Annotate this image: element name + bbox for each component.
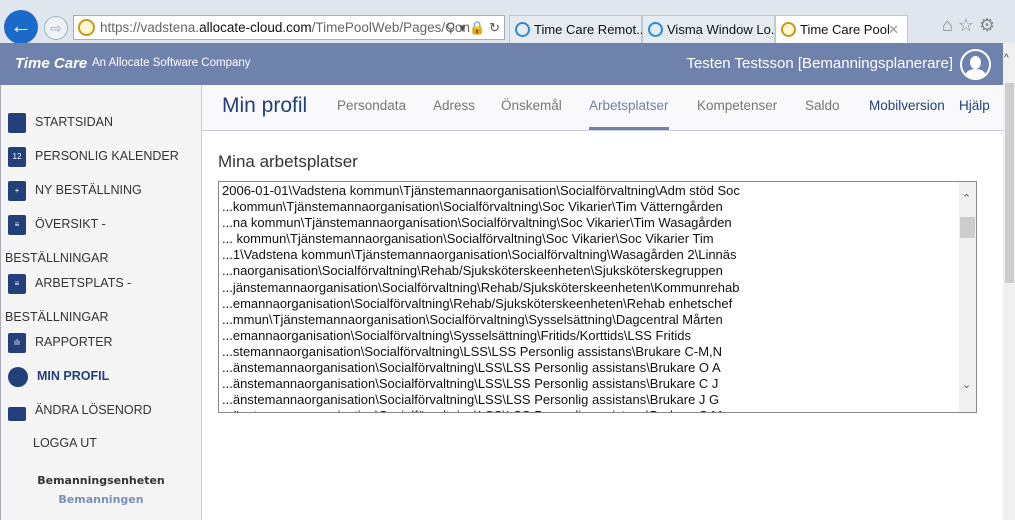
timecare-logo[interactable]: Time Care [15,55,87,72]
list-item[interactable]: ...naorganisation\Socialförvaltning\Reha… [222,263,740,279]
browser-tools[interactable]: ⌂☆⚙ [942,15,1000,36]
lock-icon [8,406,26,421]
sidebar-item-kalender[interactable]: 12 PERSONLIG KALENDER [8,139,198,173]
chevron-up-icon[interactable]: ⌃ [962,192,971,205]
sidebar-item-label: LOGGA UT [33,436,97,450]
sidebar-item-label: NY BESTÄLLNING [35,183,142,197]
scroll-thumb[interactable] [1005,83,1014,283]
tab-persondata[interactable]: Persondata [337,98,406,113]
tab-saldo[interactable]: Saldo [805,98,840,113]
sidebar-item-andra-losenord[interactable]: ÄNDRA LÖSENORD [8,393,198,427]
scroll-up-icon[interactable]: ^ [1004,53,1009,64]
report-icon: ılı [8,332,26,353]
page-scrollbar[interactable]: ^ [1003,43,1015,520]
list-item[interactable]: ...änstemannaorganisation\Socialförvaltn… [222,392,740,408]
list-item[interactable]: ...kommun\Tjänstemannaorganisation\Socia… [222,199,740,215]
list-item[interactable]: ...emannaorganisation\Socialförvaltning\… [222,328,740,344]
browser-tab-active[interactable]: Time Care Pool ✕ [775,15,908,43]
help-link[interactable]: Hjälp [959,98,990,113]
chevron-down-icon[interactable]: ⌄ [962,378,971,391]
tab-label: Time Care Remot... [534,22,647,37]
tab-label: Time Care Pool [800,22,890,37]
clock-icon [781,22,796,37]
home-icon [8,112,26,133]
list-item[interactable]: ...na kommun\Tjänstemannaorganisation\So… [222,215,740,231]
tab-adress[interactable]: Adress [433,98,475,113]
tab-arbetsplatser[interactable]: Arbetsplatser [589,98,669,130]
unit-name: Bemanningsenheten [37,474,165,487]
browser-tab[interactable]: Time Care Remot... [509,15,647,43]
page-title: Min profil [222,94,308,117]
tab-label: Visma Window Lo... [667,22,782,37]
list-item[interactable]: ...jänstemannaorganisation\Socialförvalt… [222,280,740,296]
workplaces-list: 2006-01-01\Vadstena kommun\Tjänstemannao… [222,183,740,412]
tab-onskemal[interactable]: Önskemål [501,98,562,113]
address-bar[interactable]: https://vadstena.allocate-cloud.com/Time… [73,15,505,40]
sidebar-item-label: ÄNDRA LÖSENORD [35,403,152,417]
subunit-name[interactable]: Bemanningen [0,493,202,506]
app-header: Time Care An Allocate Software Company T… [0,43,1003,85]
sidebar-item-label: MIN PROFIL [37,369,110,383]
forward-button[interactable]: ⇨ [44,16,68,40]
new-document-icon: + [8,180,26,201]
list-item[interactable]: ...änstemannaorganisation\Socialförvaltn… [222,376,740,392]
avatar-icon[interactable] [960,49,991,80]
back-button[interactable]: ← [4,10,38,44]
sidebar-item-logga-ut[interactable]: LOGGA UT [8,426,198,460]
settings-gear-icon[interactable]: ⚙ [979,15,1000,35]
sidebar-item-label: STARTSIDAN [35,115,114,129]
browser-chrome: ← ⇨ https://vadstena.allocate-cloud.com/… [0,0,1015,44]
list-item[interactable]: ...stemannaorganisation\Socialförvaltnin… [222,344,740,360]
sidebar-item-min-profil[interactable]: MIN PROFIL [8,359,198,393]
document-icon: ≡ [8,273,26,294]
tab-kompetenser[interactable]: Kompetenser [697,98,777,113]
sidebar-item-arbetsplats[interactable]: ≡ ARBETSPLATS - BESTÄLLNINGAR [5,266,198,334]
checklist-icon: ≡ [8,214,26,235]
sidebar-item-ny-bestallning[interactable]: + NY BESTÄLLNING [8,173,198,207]
list-item[interactable]: ...änstemannaorganisation\Socialförvaltn… [222,408,740,412]
favorites-star-icon[interactable]: ☆ [958,15,979,35]
sidebar-item-label: PERSONLIG KALENDER [35,149,179,163]
browser-tab[interactable]: Visma Window Lo... [642,15,782,43]
sidebar-item-oversikt[interactable]: ≡ ÖVERSIKT - BESTÄLLNINGAR [5,207,198,275]
address-tools[interactable]: ⚲ ▾ 🔒 ↻ [446,16,500,39]
sidebar-item-label: ÖVERSIKT - [35,217,106,231]
url-domain: allocate-cloud.com [199,20,312,35]
list-item[interactable]: ...emannaorganisation\Socialförvaltning\… [222,296,740,312]
url-prefix: https://vadstena. [100,20,200,35]
home-icon[interactable]: ⌂ [942,15,958,35]
sidebar-item-startsidan[interactable]: STARTSIDAN [8,105,198,139]
ie-icon [515,22,530,37]
scroll-thumb[interactable] [960,217,975,238]
sidebar-item-rapporter[interactable]: ılı RAPPORTER [8,325,198,359]
sidebar-item-label: ARBETSPLATS - [35,276,132,290]
tagline: An Allocate Software Company [92,57,251,69]
section-title: Mina arbetsplatser [218,152,358,171]
close-tab-icon[interactable]: ✕ [888,16,899,43]
list-item[interactable]: ...1\Vadstena kommun\Tjänstemannaorganis… [222,247,740,263]
listbox-scrollbar[interactable]: ⌃ ⌄ [959,182,976,412]
list-item[interactable]: ...änstemannaorganisation\Socialförvaltn… [222,360,740,376]
ie-icon [648,22,663,37]
profile-nav: Min profil Persondata Adress Önskemål Ar… [202,85,1003,131]
workplaces-listbox[interactable]: 2006-01-01\Vadstena kommun\Tjänstemannao… [218,181,977,413]
profile-icon [8,366,28,387]
site-clock-icon [78,19,95,36]
sidebar-item-label: RAPPORTER [35,335,113,349]
list-item[interactable]: 2006-01-01\Vadstena kommun\Tjänstemannao… [222,183,740,199]
mobilversion-link[interactable]: Mobilversion [869,98,945,113]
list-item[interactable]: ... kommun\Tjänstemannaorganisation\Soci… [222,231,740,247]
user-name[interactable]: Testen Testsson [Bemanningsplanerare] [686,55,953,72]
list-item[interactable]: ...mmun\Tjänstemannaorganisation\Socialf… [222,312,740,328]
calendar-icon: 12 [8,146,26,167]
